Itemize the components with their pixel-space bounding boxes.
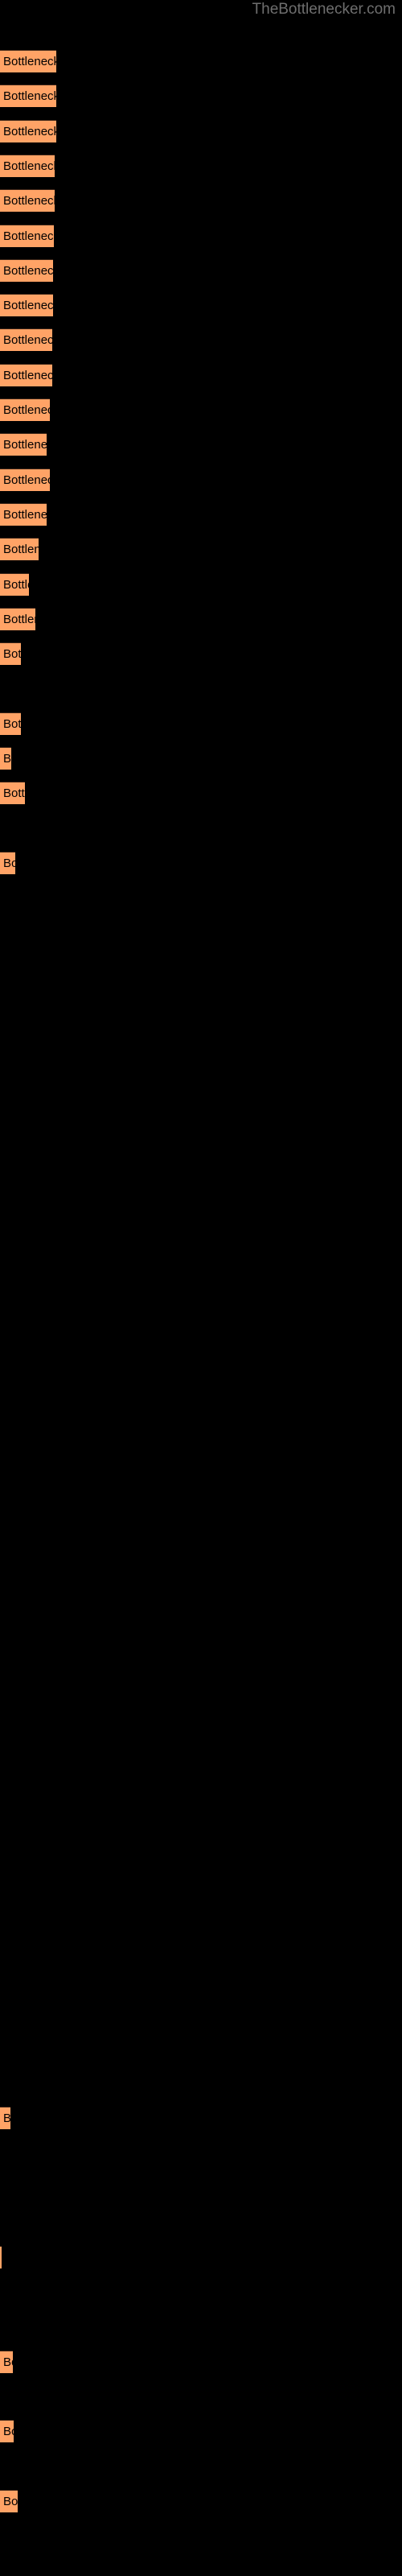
bottleneck-bar[interactable]: Bottleneck result bbox=[0, 747, 11, 770]
bar-label: Bottleneck result bbox=[3, 229, 54, 243]
bar-label: Bottleneck result bbox=[3, 2425, 14, 2439]
bottleneck-bar[interactable]: Bottleneck result bbox=[0, 642, 21, 666]
bottleneck-bar[interactable]: Bottleneck result bbox=[0, 328, 52, 352]
bottleneck-bar[interactable]: Bottleneck result bbox=[0, 85, 56, 108]
bar-label: Bottleneck result bbox=[3, 473, 50, 487]
bar-label: Bottleneck result bbox=[3, 647, 21, 662]
bar-label: Bottleneck result bbox=[3, 716, 21, 731]
bottleneck-bar[interactable]: Bottleneck result bbox=[0, 258, 53, 282]
bar-label: Bottleneck result bbox=[3, 2495, 18, 2508]
bottleneck-bar[interactable]: Bottleneck result bbox=[0, 398, 50, 421]
bottleneck-bar[interactable]: Bottleneck result bbox=[0, 2420, 14, 2443]
bar-label: Bottleneck result bbox=[3, 159, 55, 173]
bottleneck-bar[interactable]: Bottleneck result bbox=[0, 502, 47, 526]
bar-label: Bottleneck result bbox=[3, 368, 52, 382]
bar-label: Bottleneck result bbox=[3, 507, 47, 522]
bar-label: Bottleneck result bbox=[3, 856, 15, 870]
bottleneck-bar[interactable]: Bottleneck result bbox=[0, 851, 15, 874]
bar-label: Bottleneck result bbox=[3, 299, 53, 313]
bar-label: Bottleneck result bbox=[3, 543, 39, 557]
bar-label: Bottleneck result bbox=[3, 438, 47, 452]
bottleneck-bar[interactable]: Bottleneck result bbox=[0, 224, 54, 247]
bottleneck-bar[interactable]: Bottleneck result bbox=[0, 189, 55, 213]
bottleneck-bar[interactable]: Bottleneck result bbox=[0, 2245, 2, 2268]
bottleneck-bar[interactable]: Bottleneck result bbox=[0, 50, 56, 72]
bar-label: Bottleneck result bbox=[3, 403, 50, 417]
bar-label: Bottleneck result bbox=[3, 2111, 10, 2127]
bar-label: Bottleneck result bbox=[3, 577, 29, 592]
bottleneck-bar[interactable]: Bottleneck result bbox=[0, 2490, 18, 2512]
bar-label: Bottleneck result bbox=[3, 752, 11, 766]
bottleneck-bar[interactable]: Bottleneck result bbox=[0, 119, 56, 142]
bottleneck-bar[interactable]: Bottleneck result bbox=[0, 782, 25, 805]
bottleneck-bar[interactable]: Bottleneck result bbox=[0, 2350, 13, 2373]
bar-label: Bottleneck result bbox=[3, 786, 25, 801]
bar-label: Bottleneck result bbox=[3, 89, 56, 104]
bottleneck-bar-chart: Bottleneck result Bottleneck result Bottle… bbox=[0, 0, 402, 2576]
bar-label: Bottleneck result bbox=[3, 612, 35, 626]
bar-label: Bottleneck result bbox=[3, 2355, 13, 2369]
bar-label: Bottleneck result bbox=[3, 124, 56, 138]
bar-label: Bottleneck result bbox=[3, 333, 52, 348]
bottleneck-bar[interactable]: Bottleneck result bbox=[0, 572, 29, 596]
bottleneck-bar[interactable]: Bottleneck result bbox=[0, 294, 53, 317]
bar-label: Bottleneck result bbox=[3, 55, 56, 68]
bottleneck-bar[interactable]: Bottleneck result bbox=[0, 468, 50, 491]
bar-label: Bottleneck result bbox=[3, 263, 53, 278]
bottleneck-bar[interactable]: Bottleneck result bbox=[0, 2106, 10, 2129]
bottleneck-bar[interactable]: Bottleneck result bbox=[0, 363, 52, 386]
bottleneck-bar[interactable]: Bottleneck result bbox=[0, 607, 35, 630]
bottleneck-bar[interactable]: Bottleneck result bbox=[0, 712, 21, 735]
bottleneck-bar[interactable]: Bottleneck result bbox=[0, 433, 47, 456]
bottleneck-bar[interactable]: Bottleneck result bbox=[0, 538, 39, 561]
bar-label: Bottleneck result bbox=[3, 194, 55, 208]
bottleneck-bar[interactable]: Bottleneck result bbox=[0, 154, 55, 177]
